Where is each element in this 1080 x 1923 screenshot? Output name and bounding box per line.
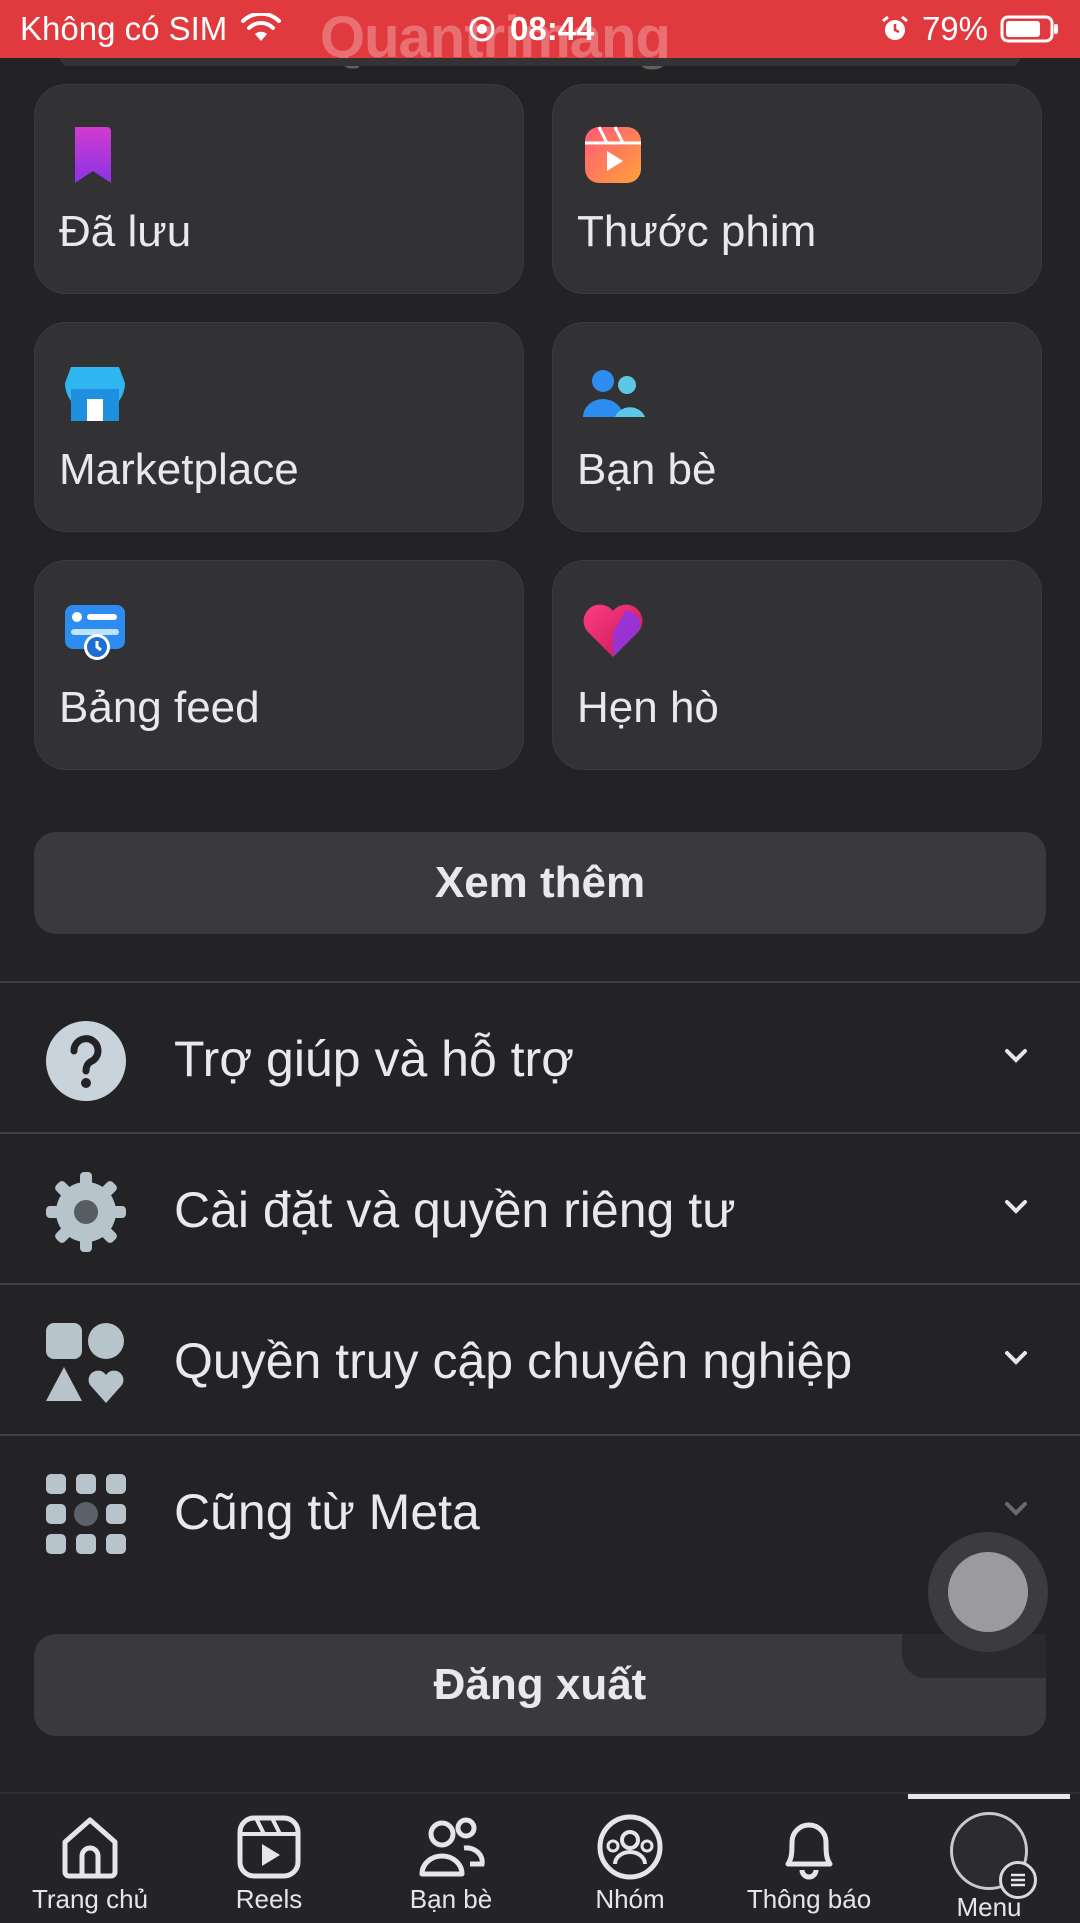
nav-label: Menu [956, 1892, 1022, 1922]
nav-notifications[interactable]: Thông báo [724, 1812, 894, 1920]
nav-label: Bạn bè [409, 1884, 493, 1914]
shortcut-reels[interactable]: Thước phim [552, 84, 1042, 294]
section-label: Cũng từ Meta [174, 1484, 480, 1540]
section-settings[interactable]: Cài đặt và quyền riêng tư [0, 1135, 1080, 1285]
logout-button[interactable]: Đăng xuất [34, 1634, 1046, 1736]
shortcut-saved[interactable]: Đã lưu [34, 84, 524, 294]
divider [0, 981, 1080, 983]
see-more-label: Xem thêm [434, 858, 646, 907]
wifi-icon [241, 13, 282, 41]
home-icon [62, 1817, 118, 1879]
assistive-touch-button[interactable] [928, 1532, 1048, 1652]
watermark-logo: Quantrimang [320, 5, 671, 70]
bottom-nav: Trang chủ Reels Bạn bè Nhóm Thông báo Me… [0, 1792, 1080, 1922]
section-label: Quyền truy cập chuyên nghiệp [174, 1333, 853, 1389]
status-bar: Không có SIM 08:44 79% Quantrimang [0, 0, 1080, 70]
menu-lines-icon [999, 1861, 1037, 1899]
shortcut-label: Bạn bè [577, 445, 717, 494]
dating-heart-icon [583, 604, 643, 657]
shortcut-marketplace[interactable]: Marketplace [34, 322, 524, 532]
feeds-icon [65, 605, 125, 660]
battery-icon [1000, 15, 1058, 43]
professional-access-icon [46, 1323, 124, 1403]
friends-icon [583, 370, 645, 417]
nav-label: Thông báo [746, 1884, 872, 1914]
section-label: Trợ giúp và hỗ trợ [174, 1031, 574, 1087]
nav-groups[interactable]: Nhóm [545, 1812, 715, 1920]
friends-icon [419, 1817, 485, 1877]
see-more-button[interactable]: Xem thêm [34, 832, 1046, 934]
chevron-down-icon [1005, 1200, 1027, 1214]
previous-card-edge [60, 58, 1020, 66]
nav-home[interactable]: Trang chủ [5, 1812, 175, 1920]
help-icon [46, 1021, 126, 1101]
active-tab-indicator [908, 1794, 1070, 1799]
section-professional-access[interactable]: Quyền truy cập chuyên nghiệp [0, 1286, 1080, 1436]
chevron-down-icon [1005, 1351, 1027, 1365]
section-also-from-meta[interactable]: Cũng từ Meta [0, 1437, 1080, 1587]
apps-grid-icon [46, 1474, 126, 1554]
carrier-text: Không có SIM [20, 10, 228, 47]
divider [0, 1132, 1080, 1134]
divider [0, 1434, 1080, 1436]
nav-menu[interactable]: Menu [904, 1812, 1074, 1922]
shortcut-label: Thước phim [577, 207, 817, 256]
nav-friends[interactable]: Bạn bè [366, 1812, 536, 1920]
section-label: Cài đặt và quyền riêng tư [174, 1182, 736, 1238]
shortcut-dating[interactable]: Hẹn hò [552, 560, 1042, 770]
groups-icon [597, 1814, 663, 1880]
battery-percent: 79% [921, 10, 988, 47]
divider [0, 1283, 1080, 1285]
chevron-down-icon [1005, 1049, 1027, 1063]
nav-reels[interactable]: Reels [184, 1812, 354, 1920]
bookmark-icon [75, 127, 111, 183]
shortcut-label: Hẹn hò [577, 683, 719, 732]
alarm-icon [882, 15, 908, 40]
shortcut-feeds[interactable]: Bảng feed [34, 560, 524, 770]
nav-label: Trang chủ [31, 1884, 149, 1914]
assistive-touch-core [948, 1552, 1028, 1632]
marketplace-icon [65, 367, 125, 421]
logout-label: Đăng xuất [433, 1660, 647, 1709]
bell-icon [785, 1822, 833, 1880]
chevron-down-icon [1005, 1502, 1027, 1516]
shortcut-label: Marketplace [59, 445, 299, 494]
shortcut-label: Bảng feed [59, 683, 260, 732]
avatar [950, 1812, 1037, 1899]
reels-icon [585, 126, 641, 183]
nav-label: Reels [235, 1884, 303, 1914]
shortcut-label: Đã lưu [59, 207, 192, 256]
shortcut-friends[interactable]: Bạn bè [552, 322, 1042, 532]
reels-icon [237, 1815, 301, 1879]
gear-icon [46, 1172, 126, 1252]
nav-label: Nhóm [595, 1884, 665, 1914]
section-help[interactable]: Trợ giúp và hỗ trợ [0, 984, 1080, 1134]
